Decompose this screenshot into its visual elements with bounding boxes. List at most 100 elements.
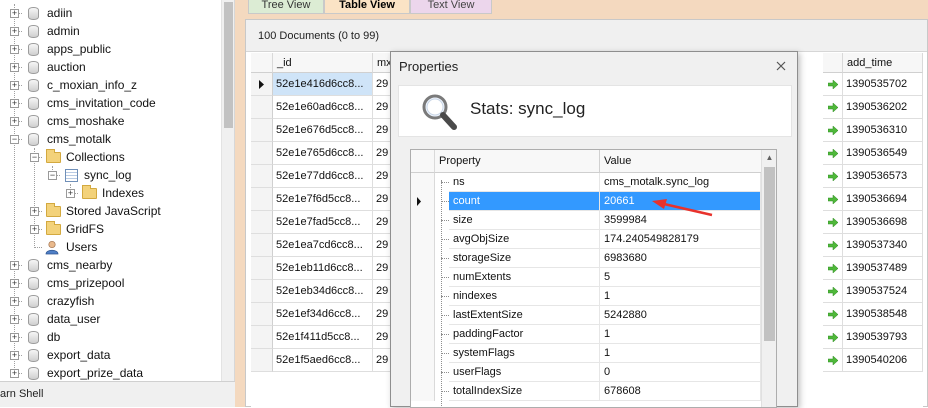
property-name[interactable]: totalIndexSize (449, 382, 600, 401)
tree-db-node[interactable]: + apps_public (0, 40, 220, 58)
tree-db-node[interactable]: + auction (0, 58, 220, 76)
tree-db-node[interactable]: + cms_invitation_code (0, 94, 220, 112)
cell-expand[interactable] (823, 188, 843, 211)
row-selector[interactable] (251, 188, 273, 211)
tree-db-node[interactable]: + crazyfish (0, 292, 220, 310)
tree-db-node[interactable]: + adiin (0, 4, 220, 22)
tree-collection-sync-log[interactable]: − sync_log (0, 166, 220, 184)
property-row-selector[interactable] (411, 268, 435, 287)
property-value[interactable]: 678608 (600, 382, 761, 401)
tree-stored-js-node[interactable]: + Stored JavaScript (0, 202, 220, 220)
property-row-selector[interactable] (411, 211, 435, 230)
column-header-id[interactable]: _id (273, 53, 373, 73)
expand-icon[interactable]: + (10, 9, 19, 18)
close-icon[interactable] (775, 60, 787, 72)
property-value[interactable]: 1 (600, 325, 761, 344)
expand-icon[interactable]: + (10, 45, 19, 54)
property-row-selector[interactable] (411, 249, 435, 268)
cell-expand[interactable] (823, 165, 843, 188)
property-name[interactable]: userFlags (449, 363, 600, 382)
expand-icon[interactable]: + (30, 207, 39, 216)
row-selector[interactable] (251, 211, 273, 234)
cell-expand[interactable] (823, 96, 843, 119)
expand-icon[interactable]: + (10, 81, 19, 90)
cell-id[interactable]: 52e1e765d6cc8... (273, 142, 373, 165)
cell-id[interactable]: 52e1eb34d6cc8... (273, 280, 373, 303)
property-value[interactable]: 6983680 (600, 249, 761, 268)
row-selector[interactable] (251, 73, 273, 96)
tab-text-view[interactable]: Text View (410, 0, 492, 14)
property-row-selector[interactable] (411, 230, 435, 249)
expand-icon[interactable]: + (66, 189, 75, 198)
cell-id[interactable]: 52e1e7fad5cc8... (273, 211, 373, 234)
tree-db-node[interactable]: + c_moxian_info_z (0, 76, 220, 94)
cell-add-time[interactable]: 1390535702 (843, 73, 923, 96)
column-header-blank[interactable] (823, 53, 843, 73)
row-selector[interactable] (251, 280, 273, 303)
cell-add-time[interactable]: 1390537340 (843, 234, 923, 257)
tree-db-node[interactable]: + data_user (0, 310, 220, 328)
tab-tree-view[interactable]: Tree View (248, 0, 324, 14)
cell-id[interactable]: 52e1ef34d6cc8... (273, 303, 373, 326)
cell-add-time[interactable]: 1390536573 (843, 165, 923, 188)
property-value[interactable]: 5242880 (600, 306, 761, 325)
property-name[interactable]: nindexes (449, 287, 600, 306)
row-selector[interactable] (251, 326, 273, 349)
row-selector[interactable] (251, 303, 273, 326)
property-name[interactable]: avgObjSize (449, 230, 600, 249)
cell-expand[interactable] (823, 280, 843, 303)
property-row-selector[interactable] (411, 382, 435, 401)
collapse-icon[interactable]: − (10, 135, 19, 144)
collapse-icon[interactable]: − (30, 153, 39, 162)
property-name[interactable]: numExtents (449, 268, 600, 287)
property-row-selector[interactable] (411, 287, 435, 306)
expand-icon[interactable]: + (10, 27, 19, 36)
cell-id[interactable]: 52e1e416d6cc8... (273, 73, 373, 96)
tree-users-node[interactable]: Users (0, 238, 220, 256)
cell-add-time[interactable]: 1390536202 (843, 96, 923, 119)
cell-add-time[interactable]: 1390540206 (843, 349, 923, 372)
expand-icon[interactable]: + (10, 99, 19, 108)
expand-icon[interactable]: + (10, 315, 19, 324)
tree-indexes-node[interactable]: + Indexes (0, 184, 220, 202)
tree-db-node[interactable]: + export_prize_data (0, 364, 220, 381)
expand-icon[interactable]: + (10, 261, 19, 270)
property-row-selector[interactable] (411, 363, 435, 382)
property-row-selector[interactable] (411, 344, 435, 363)
properties-scrollbar[interactable]: ▲ (761, 150, 776, 407)
cell-expand[interactable] (823, 303, 843, 326)
property-value[interactable]: 174.240549828179 (600, 230, 761, 249)
expand-icon[interactable]: + (10, 351, 19, 360)
property-name[interactable]: paddingFactor (449, 325, 600, 344)
scroll-up-icon[interactable]: ▲ (762, 150, 776, 166)
tree-collections-node[interactable]: − Collections (0, 148, 220, 166)
cell-expand[interactable] (823, 234, 843, 257)
cell-add-time[interactable]: 1390539793 (843, 326, 923, 349)
tree-gridfs-node[interactable]: + GridFS (0, 220, 220, 238)
tree-db-node[interactable]: + cms_moshake (0, 112, 220, 130)
property-row-selector[interactable] (411, 325, 435, 344)
tree-db-node[interactable]: + db (0, 328, 220, 346)
tree-db-node[interactable]: + export_data (0, 346, 220, 364)
row-selector[interactable] (251, 119, 273, 142)
database-tree[interactable]: + adiin + admin + apps_public + auction … (0, 0, 235, 381)
tab-table-view[interactable]: Table View (324, 0, 410, 14)
property-name[interactable]: lastExtentSize (449, 306, 600, 325)
tree-scrollbar-thumb[interactable] (224, 2, 233, 128)
property-value[interactable]: 0 (600, 363, 761, 382)
cell-id[interactable]: 52e1e60ad6cc8... (273, 96, 373, 119)
expand-icon[interactable]: + (10, 117, 19, 126)
expand-icon[interactable]: + (10, 279, 19, 288)
row-selector[interactable] (251, 257, 273, 280)
property-value[interactable]: 1 (600, 287, 761, 306)
cell-id[interactable]: 52e1ea7cd6cc8... (273, 234, 373, 257)
property-name[interactable]: systemFlags (449, 344, 600, 363)
row-selector[interactable] (251, 142, 273, 165)
row-selector[interactable] (251, 96, 273, 119)
cell-expand[interactable] (823, 257, 843, 280)
cell-id[interactable]: 52e1eb11d6cc8... (273, 257, 373, 280)
property-row-selector[interactable] (411, 306, 435, 325)
property-name[interactable]: ns (449, 173, 600, 192)
property-value[interactable]: cms_motalk.sync_log (600, 173, 761, 192)
cell-add-time[interactable]: 1390536549 (843, 142, 923, 165)
